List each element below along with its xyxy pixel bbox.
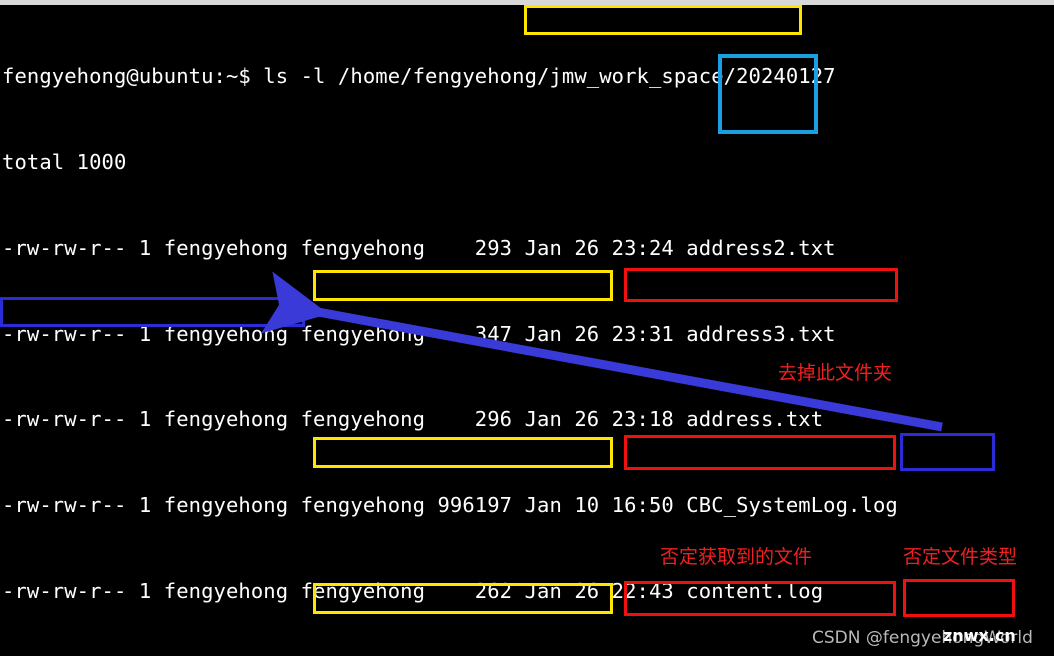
terminal-line: fengyehong@ubuntu:~$ ls -l /home/fengyeh… — [2, 64, 836, 89]
terminal-screenshot: fengyehong@ubuntu:~$ ls -l /home/fengyeh… — [0, 0, 1054, 656]
terminal-output[interactable]: fengyehong@ubuntu:~$ ls -l /home/fengyeh… — [0, 5, 1054, 656]
terminal-line: total 1000 — [2, 149, 127, 174]
table-row: -rw-rw-r-- 1 fengyehong fengyehong 347 J… — [2, 321, 836, 346]
table-row: -rw-rw-r-- 1 fengyehong fengyehong 99619… — [2, 493, 898, 518]
table-row: -rw-rw-r-- 1 fengyehong fengyehong 296 J… — [2, 407, 824, 432]
table-row: -rw-rw-r-- 1 fengyehong fengyehong 293 J… — [2, 235, 836, 260]
table-row: -rw-rw-r-- 1 fengyehong fengyehong 262 J… — [2, 578, 824, 603]
